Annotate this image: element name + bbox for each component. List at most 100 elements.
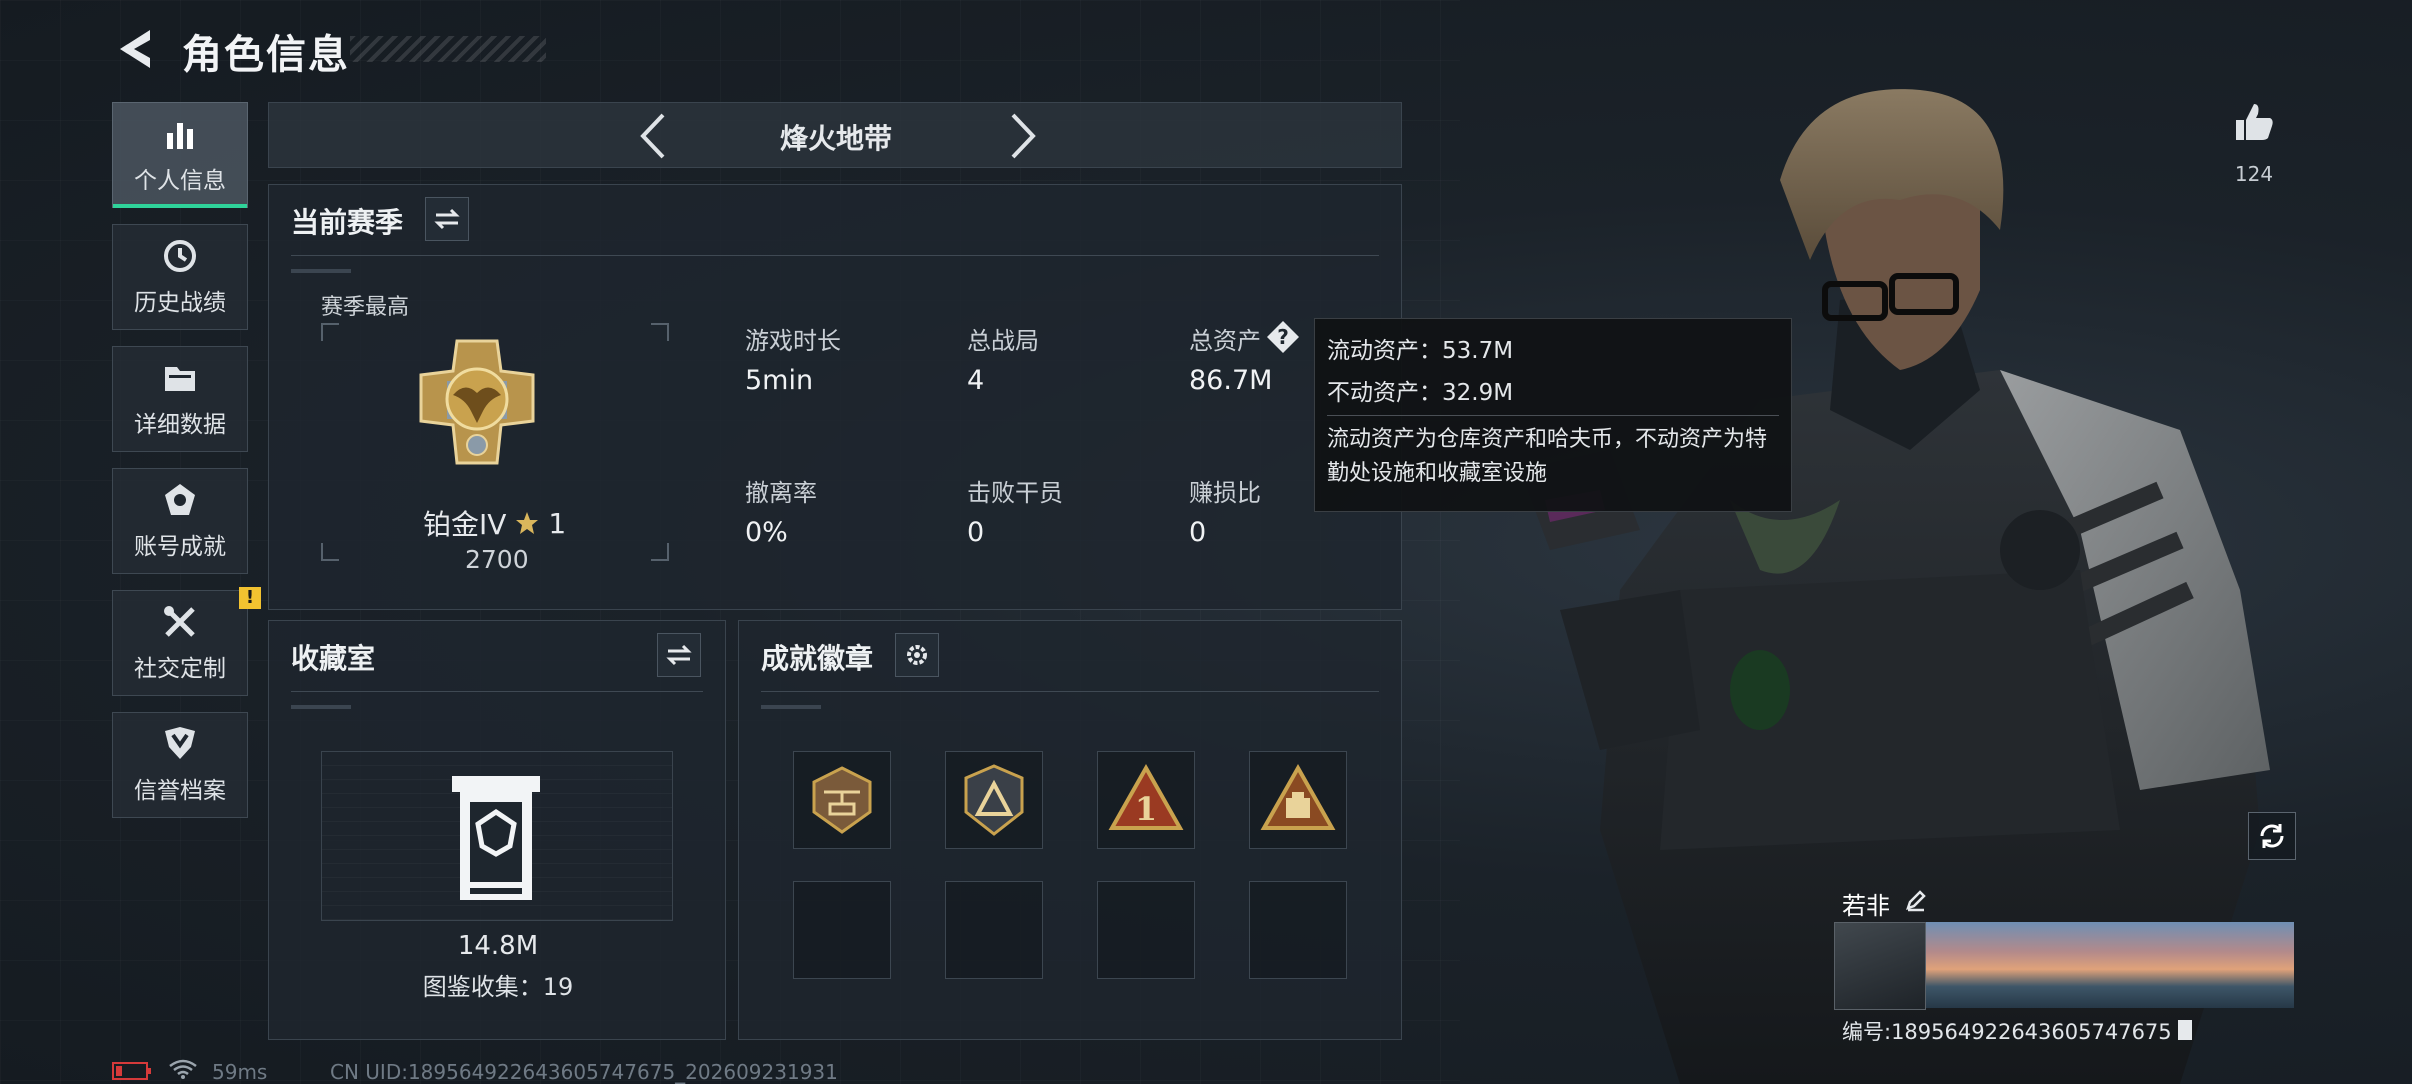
divider — [291, 691, 703, 692]
rotate-button[interactable] — [2248, 812, 2296, 860]
decor-bar — [291, 705, 351, 709]
badge-slot[interactable] — [1249, 751, 1347, 849]
tooltip-description: 流动资产为仓库资产和哈夫币，不动资产为特勤处设施和收藏室设施 — [1327, 427, 1768, 486]
chevron-right-icon[interactable] — [1003, 111, 1043, 161]
season-best-label: 赛季最高 — [321, 295, 410, 320]
player-name: 若非 — [1842, 892, 1890, 920]
copy-icon[interactable] — [2176, 1018, 2194, 1042]
triangle-shield-badge-icon — [964, 764, 1024, 836]
badge-slot-empty[interactable] — [1097, 881, 1195, 979]
star-icon — [516, 512, 539, 534]
thumbs-up-icon[interactable] — [2232, 100, 2276, 144]
divider — [761, 691, 1379, 692]
sidebar-item-achievements[interactable]: 账号成就 — [112, 468, 248, 574]
sidebar-item-personal-info[interactable]: 个人信息 — [112, 102, 248, 208]
back-arrow-icon[interactable] — [112, 26, 158, 72]
stat-value: 0% — [745, 517, 788, 548]
helicopter-badge-icon — [812, 766, 872, 834]
badges-title: 成就徽章 — [761, 642, 874, 675]
uid: CN UID:18956492264360574767​5_2026092319… — [330, 1060, 838, 1084]
asset-tooltip: 流动资产：53.7M 不动资产：32.9M 流动资产为仓库资产和哈夫币，不动资产… — [1314, 318, 1792, 512]
swap-icon — [434, 208, 460, 230]
folder-icon — [165, 367, 195, 391]
sidebar-item-label: 社交定制 — [134, 656, 226, 682]
frame-corner — [651, 323, 669, 341]
decor-bar — [761, 705, 821, 709]
player-id: 编号:1895649226436057476​75 — [1842, 1020, 2172, 1044]
mode-label: 烽火地带 — [779, 122, 892, 155]
sidebar-item-label: 信誉档案 — [134, 778, 226, 804]
collection-panel: 收藏室 14.8M 图鉴收集：19 — [268, 620, 726, 1040]
badges-settings-button[interactable] — [895, 633, 939, 677]
badge-slot-empty[interactable] — [793, 881, 891, 979]
svg-text:?: ? — [1277, 325, 1289, 349]
badge-slot[interactable] — [945, 751, 1043, 849]
crate-badge-icon — [1260, 763, 1336, 830]
badge-slot-empty[interactable] — [945, 881, 1043, 979]
profile-banner[interactable] — [1926, 922, 2294, 1008]
notification-badge: ! — [239, 587, 261, 609]
stat-label: 总资产 — [1189, 327, 1261, 355]
collection-value: 14.8M — [457, 931, 539, 961]
rotate-icon — [2260, 824, 2284, 848]
page-title: 角色信息 — [182, 32, 350, 78]
ping: 59ms — [212, 1060, 268, 1084]
rank-emblem-icon — [419, 339, 535, 465]
stat-label: 击败干员 — [967, 479, 1063, 507]
stat-label: 撤离率 — [745, 479, 817, 507]
sidebar-item-history[interactable]: 历史战绩 — [112, 224, 248, 330]
collection-room-preview[interactable] — [321, 751, 673, 921]
stat-label: 总战局 — [967, 327, 1039, 355]
title-decoration — [350, 36, 546, 62]
badge-slot[interactable]: 1 — [1097, 751, 1195, 849]
season-title: 当前赛季 — [291, 206, 404, 239]
tooltip-liquid: 流动资产：53.7M — [1327, 338, 1514, 364]
decor-bar — [291, 269, 351, 273]
divider — [1327, 415, 1779, 416]
help-icon[interactable]: ? — [1265, 319, 1301, 355]
stat-value: 0 — [1189, 517, 1207, 548]
frame-corner — [321, 543, 339, 561]
number-one-badge-icon: 1 — [1108, 763, 1184, 830]
sidebar-item-social[interactable]: 社交定制 ! — [112, 587, 261, 696]
rank-name: 铂金IV — [423, 508, 507, 541]
edit-icon[interactable] — [1904, 888, 1928, 912]
shield-badge-icon — [165, 727, 195, 759]
sidebar-item-detail-data[interactable]: 详细数据 — [112, 346, 248, 452]
season-switch-button[interactable] — [425, 197, 469, 241]
gear-icon — [907, 645, 927, 665]
sidebar-item-label: 账号成就 — [134, 534, 226, 560]
mode-selector: 烽火地带 — [268, 102, 1402, 168]
badge-slot[interactable] — [793, 751, 891, 849]
stat-value: 0 — [967, 517, 985, 548]
stat-label: 游戏时长 — [745, 327, 841, 355]
collection-catalog: 图鉴收集：19 — [422, 973, 574, 1001]
rank-points: 2700 — [465, 545, 529, 574]
bar-chart-icon — [167, 123, 193, 149]
collection-room-icon — [452, 776, 540, 900]
sidebar-item-label: 个人信息 — [134, 168, 226, 194]
divider — [291, 255, 1379, 256]
frame-corner — [321, 323, 339, 341]
sidebar-item-reputation[interactable]: 信誉档案 — [112, 712, 248, 818]
frame-corner — [651, 543, 669, 561]
clock-icon — [164, 240, 196, 272]
swap-icon — [666, 644, 692, 666]
rank-stars: 1 — [548, 506, 567, 540]
stat-value: 4 — [967, 365, 985, 396]
svg-text:1: 1 — [1135, 790, 1157, 828]
achievement-icon — [165, 484, 195, 515]
badges-panel: 成就徽章 1 — [738, 620, 1402, 1040]
season-panel: 当前赛季 赛季最高 铂金IV 1 2700 游戏时长 5min 总战局 4 总资… — [268, 184, 1402, 610]
sidebar-item-label: 详细数据 — [134, 412, 226, 438]
wifi-icon — [169, 1059, 197, 1079]
likes-count: 124 — [2234, 162, 2274, 186]
badge-slot-empty[interactable] — [1249, 881, 1347, 979]
tools-icon — [164, 606, 195, 637]
stat-label: 赚损比 — [1189, 479, 1261, 507]
collection-switch-button[interactable] — [657, 633, 701, 677]
tooltip-fixed: 不动资产：32.9M — [1327, 380, 1514, 406]
collection-title: 收藏室 — [291, 642, 376, 675]
avatar[interactable] — [1834, 922, 1926, 1010]
stat-value: 86.7M — [1189, 365, 1273, 396]
